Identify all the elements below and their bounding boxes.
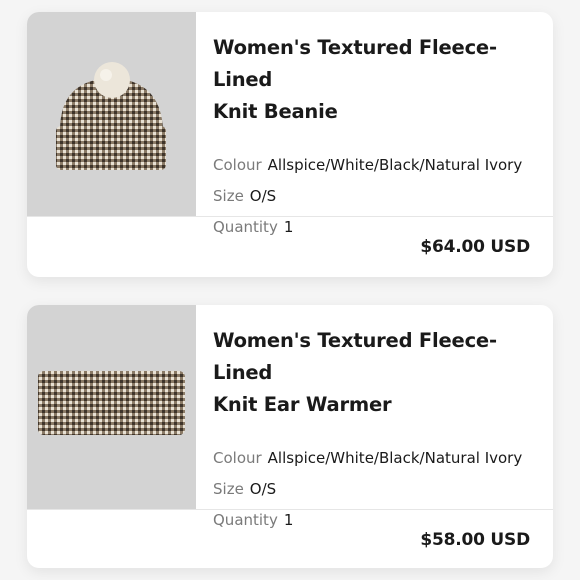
product-title[interactable]: Women's Textured Fleece-Lined Knit Ear W… xyxy=(213,325,537,421)
colour-label: Colour xyxy=(213,449,262,467)
size-label: Size xyxy=(213,187,244,205)
cart-item-card[interactable]: Women's Textured Fleece-Lined Knit Ear W… xyxy=(27,305,553,568)
colour-label: Colour xyxy=(213,156,262,174)
colour-row: Colour Allspice/White/Black/Natural Ivory xyxy=(213,150,537,181)
item-price: $58.00 USD xyxy=(420,530,530,550)
product-title-line1: Women's Textured Fleece-Lined xyxy=(213,329,497,384)
quantity-label: Quantity xyxy=(213,511,278,529)
quantity-value: 1 xyxy=(283,218,294,236)
quantity-value: 1 xyxy=(283,511,294,529)
item-info: Women's Textured Fleece-Lined Knit Beani… xyxy=(196,12,553,236)
cart-item-card[interactable]: Women's Textured Fleece-Lined Knit Beani… xyxy=(27,12,553,277)
product-image-ear-warmer[interactable] xyxy=(27,305,196,509)
beanie-image xyxy=(56,62,166,170)
item-price: $64.00 USD xyxy=(420,237,530,257)
item-info: Women's Textured Fleece-Lined Knit Ear W… xyxy=(196,305,553,529)
colour-row: Colour Allspice/White/Black/Natural Ivory xyxy=(213,443,537,474)
ear-warmer-image xyxy=(38,371,185,435)
product-title[interactable]: Women's Textured Fleece-Lined Knit Beani… xyxy=(213,32,537,128)
quantity-label: Quantity xyxy=(213,218,278,236)
size-value: O/S xyxy=(249,480,277,498)
size-label: Size xyxy=(213,480,244,498)
cart-item-list: Women's Textured Fleece-Lined Knit Beani… xyxy=(0,0,580,580)
product-title-line2: Knit Beanie xyxy=(213,100,338,123)
size-value: O/S xyxy=(249,187,277,205)
product-title-line2: Knit Ear Warmer xyxy=(213,393,392,416)
cart-item-details: Women's Textured Fleece-Lined Knit Beani… xyxy=(27,12,553,236)
product-title-line1: Women's Textured Fleece-Lined xyxy=(213,36,497,91)
size-row: Size O/S xyxy=(213,181,537,212)
colour-value: Allspice/White/Black/Natural Ivory xyxy=(267,449,523,467)
product-image-beanie[interactable] xyxy=(27,12,196,216)
size-row: Size O/S xyxy=(213,474,537,505)
colour-value: Allspice/White/Black/Natural Ivory xyxy=(267,156,523,174)
cart-item-details: Women's Textured Fleece-Lined Knit Ear W… xyxy=(27,305,553,529)
